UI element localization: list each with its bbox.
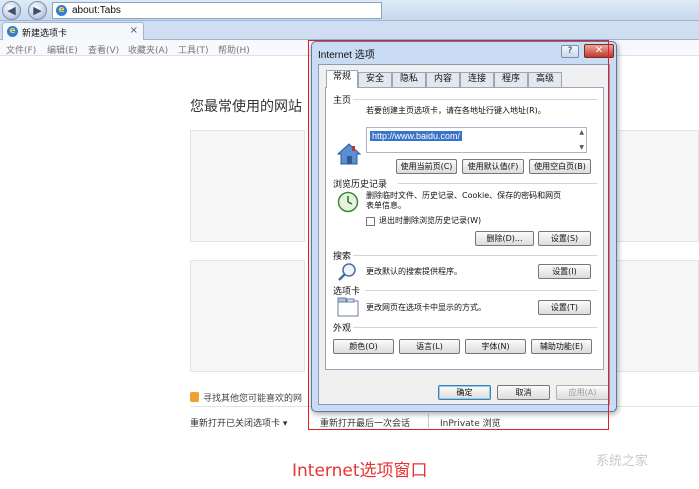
suggest-icon [190,392,199,402]
tab-label: 新建选项卡 [22,29,68,39]
close-tab-icon[interactable]: × [130,25,138,36]
site-tile[interactable] [190,130,305,242]
highlight-box [308,40,609,430]
address-bar[interactable]: e about:Tabs [52,2,382,19]
menu-file[interactable]: 文件(F) [6,43,36,56]
caption: Internet选项窗口 [292,461,428,481]
arrow-left-icon: ◀ [7,4,16,17]
browser-titlebar: ◀ ▶ e about:Tabs [0,0,699,21]
find-sites-text: 寻找其他您可能喜欢的网 [203,394,303,404]
arrow-right-icon: ▶ [33,4,42,17]
reopen-closed-tabs-link[interactable]: 重新打开已关闭选项卡 ▾ [190,416,287,429]
forward-button[interactable]: ▶ [28,1,47,20]
site-tile[interactable] [612,130,699,242]
ie-logo-icon: e [7,26,18,37]
tab-new-tab[interactable]: e 新建选项卡 × [2,22,144,40]
find-sites-link[interactable]: 寻找其他您可能喜欢的网 [190,391,302,404]
back-button[interactable]: ◀ [2,1,21,20]
ie-logo-icon: e [56,5,67,16]
menu-tools[interactable]: 工具(T) [178,43,209,56]
menu-view[interactable]: 查看(V) [88,43,119,56]
menu-favorites[interactable]: 收藏夹(A) [128,43,168,56]
tab-strip: e 新建选项卡 × [0,21,699,40]
menu-edit[interactable]: 编辑(E) [47,43,78,56]
watermark: 系统之家 [596,454,649,469]
site-tile[interactable] [190,260,305,372]
site-tile[interactable] [612,260,699,372]
menu-help[interactable]: 帮助(H) [218,43,250,56]
page-title: 您最常使用的网站 [190,99,302,115]
tab-general[interactable]: 常规 [326,70,358,88]
address-text: about:Tabs [72,5,121,16]
